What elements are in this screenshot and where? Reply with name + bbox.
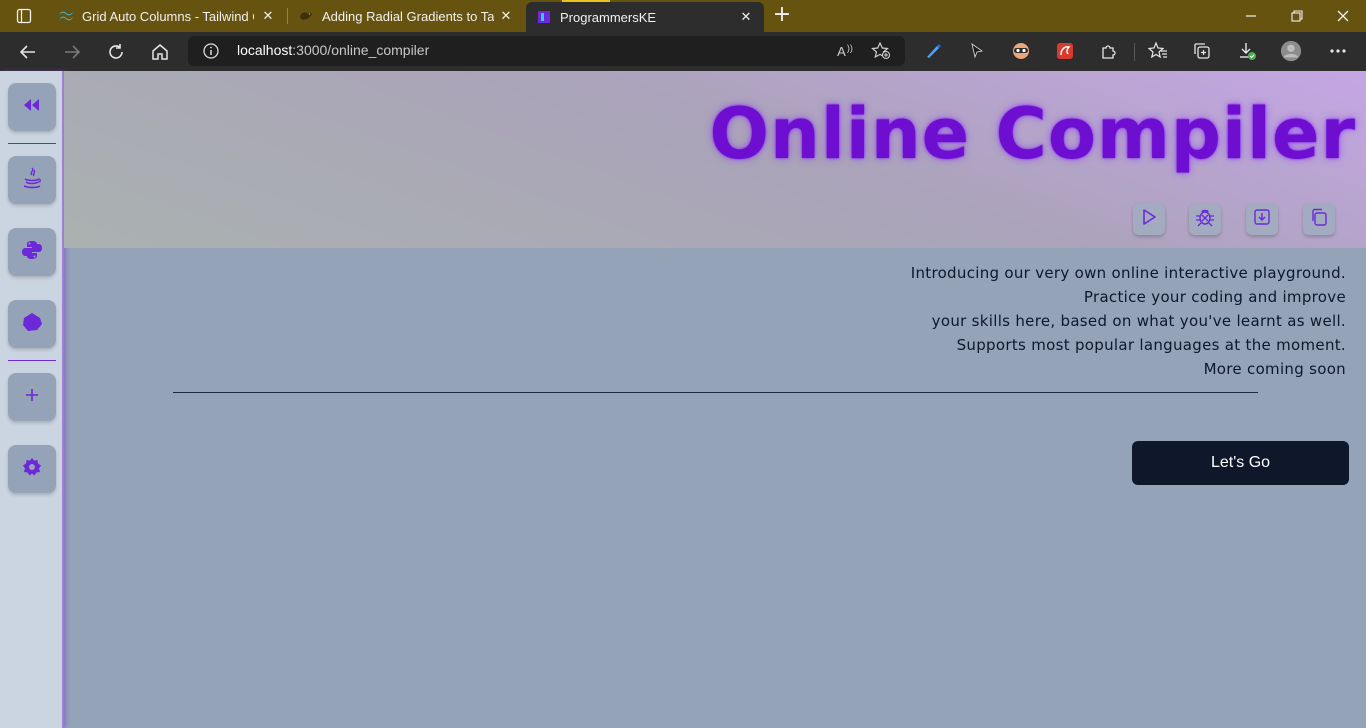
address-bar[interactable]: localhost:3000/online_compiler A)) xyxy=(188,36,905,66)
tailwind-icon xyxy=(58,8,74,24)
bird-icon xyxy=(298,8,314,24)
extensions-puzzle-icon[interactable] xyxy=(1098,40,1120,62)
download-button[interactable] xyxy=(1246,203,1278,235)
restore-icon[interactable] xyxy=(1274,0,1320,32)
close-tab-icon[interactable]: ✕ xyxy=(498,8,514,24)
page-title: Online Compiler xyxy=(709,93,1356,175)
debug-button[interactable] xyxy=(1189,203,1221,235)
back-icon[interactable] xyxy=(15,39,41,65)
python-icon xyxy=(21,239,43,265)
app-sidebar xyxy=(0,71,64,728)
close-tab-icon[interactable]: ✕ xyxy=(738,9,754,25)
close-tab-icon[interactable]: ✕ xyxy=(260,8,276,24)
intro-line: your skills here, based on what you've l… xyxy=(931,312,1346,330)
copy-icon xyxy=(1310,208,1328,230)
tab-radial-gradients[interactable]: Adding Radial Gradients to Tailwind ✕ xyxy=(288,0,524,32)
run-button[interactable] xyxy=(1133,203,1165,235)
lets-go-button[interactable]: Let's Go xyxy=(1132,441,1349,485)
collapse-sidebar-button[interactable] xyxy=(8,83,56,131)
tab-actions-icon[interactable] xyxy=(12,6,36,26)
plus-icon xyxy=(24,387,40,407)
intro-text: Introducing our very own online interact… xyxy=(646,261,1346,381)
java-button[interactable] xyxy=(8,156,56,204)
blob-icon xyxy=(21,312,43,336)
intro-line: Practice your coding and improve xyxy=(1083,288,1346,306)
cursor-extension-icon[interactable] xyxy=(966,40,988,62)
url-path: :3000/online_compiler xyxy=(292,42,430,58)
double-chevron-left-icon xyxy=(22,97,42,117)
collections-icon[interactable] xyxy=(1191,40,1213,62)
play-icon xyxy=(1140,208,1158,230)
home-icon[interactable] xyxy=(147,39,173,65)
forward-icon[interactable] xyxy=(59,39,85,65)
download-icon xyxy=(1253,208,1271,230)
site-info-icon[interactable] xyxy=(202,42,220,60)
toolbar-divider xyxy=(1134,43,1135,61)
tab-programmerske[interactable]: ProgrammersKE ✕ xyxy=(526,2,764,32)
python-button[interactable] xyxy=(8,228,56,276)
tab-title: Adding Radial Gradients to Tailwind xyxy=(322,8,494,24)
add-favorite-icon[interactable] xyxy=(871,42,891,60)
close-window-icon[interactable] xyxy=(1320,0,1366,32)
minimize-icon[interactable] xyxy=(1228,0,1274,32)
tab-grid-auto-columns[interactable]: Grid Auto Columns - Tailwind CSS ✕ xyxy=(48,0,286,32)
java-icon xyxy=(21,166,43,194)
browser-toolbar: localhost:3000/online_compiler A)) xyxy=(0,32,1366,71)
tab-title: Grid Auto Columns - Tailwind CSS xyxy=(82,8,254,24)
programmerske-icon xyxy=(536,9,552,25)
hero-header: Online Compiler xyxy=(64,71,1366,248)
red-extension-icon[interactable] xyxy=(1054,40,1076,62)
sidebar-divider xyxy=(8,143,56,144)
pen-extension-icon[interactable] xyxy=(922,40,944,62)
shapes-button[interactable] xyxy=(8,300,56,348)
url-host: localhost xyxy=(237,42,293,58)
downloads-icon[interactable] xyxy=(1236,40,1258,62)
read-aloud-label: A xyxy=(837,43,846,59)
settings-button[interactable] xyxy=(8,445,56,493)
sidebar-divider xyxy=(8,360,56,361)
profile-avatar-icon[interactable] xyxy=(1280,40,1302,62)
more-menu-icon[interactable] xyxy=(1327,40,1349,62)
refresh-icon[interactable] xyxy=(103,39,129,65)
favorites-icon[interactable] xyxy=(1147,40,1169,62)
url-text[interactable]: localhost:3000/online_compiler xyxy=(237,42,429,58)
intro-line: Supports most popular languages at the m… xyxy=(956,336,1346,354)
tab-strip: Grid Auto Columns - Tailwind CSS ✕ Addin… xyxy=(0,0,1366,32)
section-divider xyxy=(173,392,1258,393)
intro-line: More coming soon xyxy=(1203,360,1346,378)
copy-button[interactable] xyxy=(1303,203,1335,235)
bug-icon xyxy=(1195,207,1215,231)
settings-gear-icon xyxy=(22,457,42,481)
mask-extension-icon[interactable] xyxy=(1010,40,1032,62)
add-button[interactable] xyxy=(8,373,56,421)
page-content: Online Compiler Introducing our very own… xyxy=(0,71,1366,728)
read-aloud-icon[interactable]: A)) xyxy=(835,42,855,60)
intro-line: Introducing our very own online interact… xyxy=(910,264,1346,282)
new-tab-button[interactable]: + xyxy=(770,4,794,28)
tab-title: ProgrammersKE xyxy=(560,9,657,25)
